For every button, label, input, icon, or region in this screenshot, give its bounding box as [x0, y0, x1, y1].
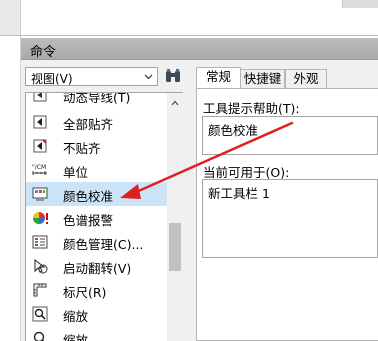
snap-all-icon	[33, 115, 47, 129]
list-item-label: 颜色管理(C)...	[63, 237, 144, 252]
tooltip-help-label: 工具提示帮助(T):	[203, 101, 300, 116]
list-item[interactable]: 颜色管理(C)...	[26, 230, 168, 254]
list-item-label: 缩放	[63, 333, 89, 341]
zoom-icon	[32, 306, 48, 322]
units-icon: "/CM	[32, 164, 47, 175]
color-management-icon	[32, 235, 48, 249]
gamut-alarm-icon	[33, 212, 48, 224]
list-item-label: 全部贴齐	[63, 117, 114, 132]
list-item[interactable]: 色谱报警	[26, 206, 168, 230]
tab-appearance[interactable]: 外观	[285, 69, 327, 89]
tab-shortcut-keys[interactable]: 快捷键	[240, 69, 285, 89]
svg-text:"/CM: "/CM	[32, 164, 46, 171]
list-item-label: 启动翻转(V)	[63, 261, 132, 276]
list-item[interactable]: 标尺(R)	[26, 278, 168, 302]
rollover-icon	[34, 258, 48, 274]
list-item-label: 标尺(R)	[63, 285, 107, 300]
list-item-label: 动态导线(T)	[63, 92, 131, 105]
scrollbar-thumb[interactable]	[169, 223, 181, 271]
command-list[interactable]: 动态导线(T) 全部贴齐 不贴齐 "/CM 单位 颜色校准 色谱报警 颜色管理(…	[25, 92, 183, 341]
dialog-title-bar: 命令	[21, 38, 378, 60]
list-scrollbar[interactable]	[167, 93, 183, 341]
tab-label: 常规	[205, 69, 231, 84]
tooltip-help-value: 颜色校准	[208, 123, 259, 138]
tab-label: 快捷键	[243, 71, 282, 86]
dynamic-guides-icon	[33, 93, 47, 102]
list-item-label: 色谱报警	[63, 213, 114, 228]
binoculars-icon[interactable]	[163, 66, 183, 86]
chevron-up-icon[interactable]	[171, 100, 179, 106]
available-in-list[interactable]: 新工具栏 1	[202, 179, 378, 258]
list-item[interactable]: 动态导线(T)	[26, 92, 168, 107]
divider	[0, 35, 378, 36]
left-pane	[0, 36, 21, 341]
zoom-icon	[33, 331, 45, 341]
list-item[interactable]: 缩放	[26, 326, 168, 341]
tooltip-help-input[interactable]: 颜色校准	[202, 116, 378, 155]
list-item[interactable]: 不贴齐	[26, 134, 168, 158]
list-item[interactable]: 缩放	[26, 302, 168, 326]
snap-off-icon	[33, 139, 47, 153]
list-item[interactable]: "/CM 单位	[26, 158, 168, 182]
list-item-label: 单位	[63, 165, 89, 180]
list-item[interactable]: 全部贴齐	[26, 110, 168, 134]
rulers-icon	[33, 283, 47, 297]
color-proofing-icon	[32, 187, 48, 201]
chevron-down-icon	[144, 74, 153, 80]
top-right-tab	[342, 0, 378, 8]
dialog-title: 命令	[30, 45, 57, 60]
list-item-label: 不贴齐	[63, 141, 101, 156]
list-item-label: 缩放	[63, 309, 89, 324]
tab-label: 外观	[293, 71, 319, 86]
tab-general[interactable]: 常规	[196, 67, 241, 89]
view-category-value: 视图(V)	[31, 72, 73, 86]
left-window-frame	[0, 0, 21, 36]
view-category-select[interactable]: 视图(V)	[25, 67, 158, 86]
list-item-label: 颜色校准	[63, 189, 114, 204]
available-in-value: 新工具栏 1	[208, 186, 270, 201]
list-item-selected[interactable]: 颜色校准	[26, 182, 168, 206]
top-window-strip	[0, 0, 378, 36]
list-item[interactable]: 启动翻转(V)	[26, 254, 168, 278]
